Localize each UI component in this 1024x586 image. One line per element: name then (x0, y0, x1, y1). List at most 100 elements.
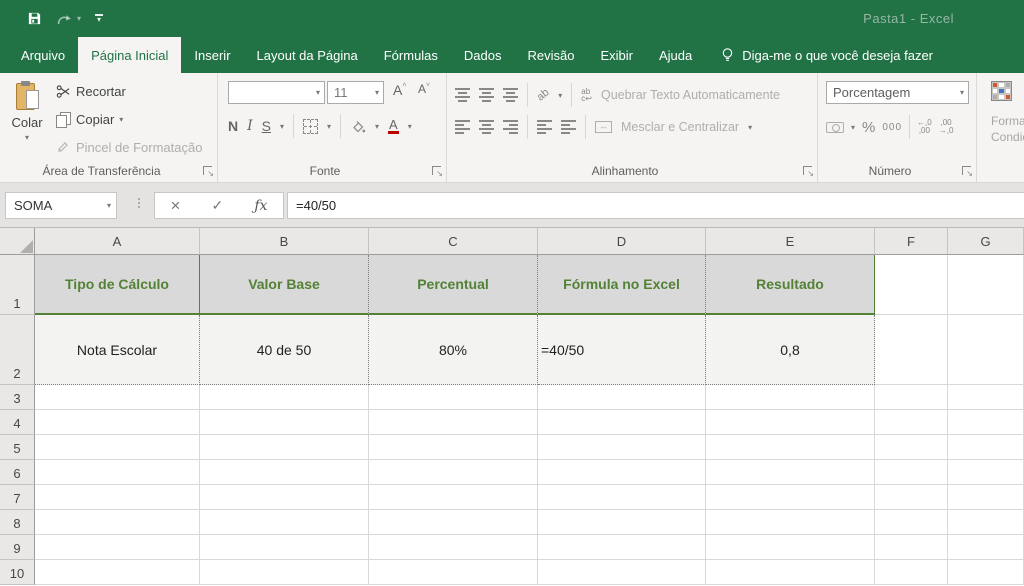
formula-bar-resize-handle[interactable] (138, 198, 140, 208)
underline-button[interactable]: S (262, 118, 271, 134)
cell-C3[interactable] (369, 385, 538, 410)
cell-E8[interactable] (706, 510, 875, 535)
row-header-9[interactable]: 9 (0, 535, 35, 560)
increase-decimal-icon[interactable]: ←,0,00 (917, 119, 932, 135)
row-header-10[interactable]: 10 (0, 560, 35, 585)
cell-F2[interactable] (875, 315, 948, 385)
tab-arquivo[interactable]: Arquivo (8, 37, 78, 73)
cell-B5[interactable] (200, 435, 369, 460)
cell-B7[interactable] (200, 485, 369, 510)
cell-B8[interactable] (200, 510, 369, 535)
number-format-combo[interactable]: Porcentagem ▾ (826, 81, 969, 104)
cell-D2[interactable]: =40/50 (538, 315, 706, 385)
cell-B2[interactable]: 40 de 50 (200, 315, 369, 385)
wrap-text-icon[interactable]: abc↩ (581, 88, 592, 102)
save-icon[interactable] (26, 11, 42, 27)
orientation-caret[interactable]: ▾ (558, 91, 562, 100)
cell-E5[interactable] (706, 435, 875, 460)
formula-input[interactable]: =40/50 (287, 192, 1024, 219)
column-header-D[interactable]: D (538, 228, 706, 255)
bold-button[interactable]: N (228, 118, 238, 134)
merge-center-icon[interactable] (595, 121, 612, 133)
cell-D9[interactable] (538, 535, 706, 560)
conditional-formatting-button[interactable] (991, 81, 1012, 101)
cell-G2[interactable] (948, 315, 1024, 385)
fill-color-icon[interactable] (350, 118, 366, 134)
cell-A3[interactable] (35, 385, 200, 410)
decrease-decimal-icon[interactable]: ,00→,0 (939, 119, 954, 135)
align-top-icon[interactable] (455, 88, 470, 102)
column-header-G[interactable]: G (948, 228, 1024, 255)
tab-exibir[interactable]: Exibir (587, 37, 646, 73)
cell-F5[interactable] (875, 435, 948, 460)
select-all-corner[interactable] (0, 228, 35, 255)
tab-formulas[interactable]: Fórmulas (371, 37, 451, 73)
cell-C5[interactable] (369, 435, 538, 460)
copy-button[interactable]: Copiar ▾ (55, 107, 123, 131)
cell-G1[interactable] (948, 255, 1024, 315)
accounting-caret[interactable]: ▾ (851, 123, 855, 132)
cell-C10[interactable] (369, 560, 538, 585)
cell-C7[interactable] (369, 485, 538, 510)
cell-D7[interactable] (538, 485, 706, 510)
enter-icon[interactable]: ✓ (212, 197, 224, 214)
column-header-B[interactable]: B (200, 228, 369, 255)
cancel-icon[interactable]: × (171, 196, 181, 216)
tab-revisao[interactable]: Revisão (515, 37, 588, 73)
row-header-8[interactable]: 8 (0, 510, 35, 535)
cell-B1[interactable]: Valor Base (200, 255, 369, 315)
borders-icon[interactable] (303, 119, 318, 134)
customize-qat-icon[interactable]: ▾ (95, 14, 103, 23)
cell-G3[interactable] (948, 385, 1024, 410)
cell-G4[interactable] (948, 410, 1024, 435)
cell-G6[interactable] (948, 460, 1024, 485)
row-header-6[interactable]: 6 (0, 460, 35, 485)
cut-button[interactable]: Recortar (55, 79, 126, 103)
font-size-combo[interactable]: 11 ▾ (327, 81, 384, 104)
cell-F9[interactable] (875, 535, 948, 560)
font-name-combo[interactable]: ▾ (228, 81, 325, 104)
column-header-F[interactable]: F (875, 228, 948, 255)
borders-dropdown-caret[interactable]: ▾ (327, 122, 331, 131)
cell-G5[interactable] (948, 435, 1024, 460)
column-header-A[interactable]: A (35, 228, 200, 255)
cell-F8[interactable] (875, 510, 948, 535)
cell-F4[interactable] (875, 410, 948, 435)
cell-C9[interactable] (369, 535, 538, 560)
shrink-font-button[interactable]: A˅ (418, 82, 430, 96)
cell-E3[interactable] (706, 385, 875, 410)
cell-G7[interactable] (948, 485, 1024, 510)
cell-D3[interactable] (538, 385, 706, 410)
italic-button[interactable]: I (247, 118, 253, 134)
decrease-indent-icon[interactable] (537, 120, 552, 134)
cell-B3[interactable] (200, 385, 369, 410)
clipboard-dialog-launcher[interactable] (203, 166, 212, 175)
align-left-icon[interactable] (455, 120, 470, 134)
font-color-caret[interactable]: ▾ (408, 122, 412, 131)
comma-style-button[interactable]: 000 (882, 122, 902, 133)
percent-style-button[interactable]: % (862, 119, 875, 136)
accounting-format-icon[interactable] (826, 122, 844, 133)
increase-indent-icon[interactable] (561, 120, 576, 134)
tab-dados[interactable]: Dados (451, 37, 515, 73)
cell-E4[interactable] (706, 410, 875, 435)
paste-button[interactable]: Colar ▾ (5, 77, 49, 173)
column-header-E[interactable]: E (706, 228, 875, 255)
cell-B10[interactable] (200, 560, 369, 585)
cell-A2[interactable]: Nota Escolar (35, 315, 200, 385)
align-middle-icon[interactable] (479, 88, 494, 102)
cell-A9[interactable] (35, 535, 200, 560)
cell-F10[interactable] (875, 560, 948, 585)
redo-dropdown-caret[interactable]: ▾ (77, 14, 81, 23)
cell-C1[interactable]: Percentual (369, 255, 538, 315)
cell-B4[interactable] (200, 410, 369, 435)
cell-D5[interactable] (538, 435, 706, 460)
tab-pagina-inicial[interactable]: Página Inicial (78, 37, 181, 73)
cell-A4[interactable] (35, 410, 200, 435)
cell-D10[interactable] (538, 560, 706, 585)
cell-E1[interactable]: Resultado (706, 255, 875, 315)
grow-font-button[interactable]: A˄ (393, 82, 406, 98)
cell-C8[interactable] (369, 510, 538, 535)
cell-G10[interactable] (948, 560, 1024, 585)
row-header-2[interactable]: 2 (0, 315, 35, 385)
